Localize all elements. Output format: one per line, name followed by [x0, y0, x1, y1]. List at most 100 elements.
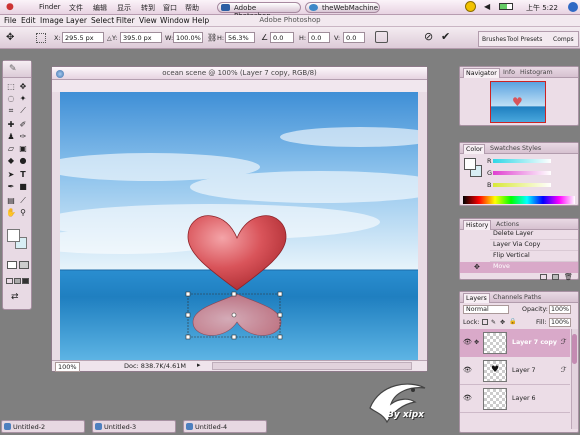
r-slider[interactable]	[493, 159, 551, 163]
ps-menu-help[interactable]: Help	[192, 16, 209, 25]
ps-menu-select[interactable]: Select	[91, 16, 114, 25]
minimized-window[interactable]: Untitled-4	[183, 420, 267, 433]
move-tool-icon[interactable]: ✥	[18, 82, 28, 92]
battery-icon[interactable]	[499, 3, 513, 10]
marquee-tool-icon[interactable]: ⬚	[6, 82, 16, 92]
layer-row-selected[interactable]: 👁 ✥ Layer 7 copy ℱ	[460, 329, 570, 357]
lasso-tool-icon[interactable]: ◌	[6, 94, 16, 104]
ps-menu-filter[interactable]: Filter	[116, 16, 135, 25]
history-item-selected[interactable]: ✥ Move	[460, 262, 578, 273]
history-snapshot-icon[interactable]	[552, 274, 559, 280]
clone-stamp-icon[interactable]: ♟	[6, 132, 16, 142]
screen-mode-full-icon[interactable]	[22, 278, 29, 284]
magic-wand-icon[interactable]: ✦	[18, 94, 28, 104]
type-tool-icon[interactable]: T	[18, 170, 28, 180]
tab-actions[interactable]: Actions	[494, 220, 521, 229]
eye-icon[interactable]: 👁	[463, 394, 472, 402]
zoom-level[interactable]: 100%	[55, 362, 80, 372]
close-icon[interactable]	[56, 70, 64, 78]
horizontal-scrollbar[interactable]	[212, 362, 412, 370]
hskew-field[interactable]: 0.0	[308, 32, 330, 43]
layer-row[interactable]: 👁 Layer 6	[460, 385, 570, 413]
crop-tool-icon[interactable]: ⌗	[6, 106, 16, 116]
apple-icon[interactable]: ●	[6, 2, 14, 12]
history-item[interactable]: Delete Layer	[490, 229, 578, 240]
cancel-transform-icon[interactable]: ⊘	[424, 30, 433, 43]
vskew-field[interactable]: 0.0	[343, 32, 365, 43]
g-slider[interactable]	[493, 171, 551, 175]
link-icon[interactable]: ⛓	[207, 33, 217, 42]
menu-finder[interactable]: Finder	[39, 3, 61, 11]
minimized-window[interactable]: Untitled-2	[1, 420, 85, 433]
lock-all-icon[interactable]: 🔒	[509, 318, 516, 325]
history-new-document-icon[interactable]	[540, 274, 547, 280]
move-tool-icon[interactable]: ✥	[6, 32, 14, 43]
running-app-photoshop[interactable]: Adobe Photoshop	[217, 2, 301, 20]
navigator-thumbnail[interactable]: ♥	[490, 81, 546, 123]
fill-field[interactable]: 100%	[549, 318, 571, 327]
b-slider[interactable]	[493, 183, 551, 187]
document-titlebar[interactable]: ocean scene @ 100% (Layer 7 copy, RGB/8)	[52, 67, 427, 80]
palette-well-comps[interactable]: Comps	[553, 36, 574, 43]
history-item[interactable]: Layer Via Copy	[490, 240, 578, 251]
opacity-field[interactable]: 100%	[549, 305, 571, 314]
tab-layers[interactable]: Layers	[463, 293, 490, 303]
status-menu-arrow-icon[interactable]: ▸	[197, 361, 201, 369]
tab-paths[interactable]: Paths	[522, 293, 543, 302]
screen-mode-menubar-icon[interactable]	[14, 278, 21, 284]
standard-mode-icon[interactable]	[7, 261, 17, 269]
dodge-tool-icon[interactable]: ●	[18, 156, 28, 166]
shape-tool-icon[interactable]: ■	[18, 182, 28, 192]
quick-mask-icon[interactable]	[19, 261, 29, 269]
clock[interactable]: 上午 5:22	[526, 3, 558, 13]
h-field[interactable]: 56.3%	[225, 32, 255, 43]
menu-file-cn[interactable]: 文件	[69, 3, 83, 13]
minimized-window[interactable]: Untitled-3	[92, 420, 176, 433]
menu-go-cn[interactable]: 转到	[141, 3, 155, 13]
layer-row[interactable]: 👁 ♥ Layer 7 ℱ	[460, 357, 570, 385]
tab-styles[interactable]: Styles	[520, 144, 543, 153]
commit-transform-icon[interactable]: ✔	[441, 30, 450, 43]
ps-menu-view[interactable]: View	[139, 16, 157, 25]
color-spectrum-ramp[interactable]	[463, 196, 575, 204]
radiation-icon[interactable]	[465, 1, 476, 12]
warp-icon[interactable]	[375, 31, 388, 43]
history-item[interactable]: Flip Vertical	[490, 251, 578, 262]
running-app-webmachine[interactable]: theWebMachine	[305, 2, 380, 13]
slice-tool-icon[interactable]: ⟋	[18, 106, 28, 116]
reference-point-icon[interactable]	[36, 33, 46, 43]
layers-scroll-thumb[interactable]	[572, 334, 577, 364]
eyedropper-icon[interactable]: ⟋	[18, 196, 28, 206]
tab-channels[interactable]: Channels	[491, 293, 524, 302]
eye-icon[interactable]: 👁	[463, 338, 472, 346]
layer-effects-icon[interactable]: ℱ	[561, 338, 567, 346]
angle-field[interactable]: 0.0	[270, 32, 294, 43]
menu-view-cn[interactable]: 显示	[117, 3, 131, 13]
ps-menu-layer[interactable]: Layer	[66, 16, 87, 25]
menu-edit-cn[interactable]: 编辑	[93, 3, 107, 13]
zoom-tool-icon[interactable]: ⚲	[18, 208, 28, 218]
y-field[interactable]: 395.0 px	[120, 32, 162, 43]
tab-swatches[interactable]: Swatches	[488, 144, 522, 153]
ps-menu-image[interactable]: Image	[40, 16, 64, 25]
brush-tool-icon[interactable]: ✐	[18, 120, 28, 130]
image-canvas[interactable]	[60, 92, 418, 360]
notes-tool-icon[interactable]: ▤	[6, 196, 16, 206]
tab-info[interactable]: Info	[501, 68, 517, 77]
palette-well-brushes[interactable]: Brushes	[482, 36, 506, 43]
blend-mode-select[interactable]: Normal	[463, 305, 509, 314]
lock-position-icon[interactable]: ✥	[500, 319, 505, 326]
speaker-icon[interactable]: ◀	[484, 2, 490, 11]
eraser-tool-icon[interactable]: ▱	[6, 144, 16, 154]
tab-history[interactable]: History	[463, 220, 492, 230]
path-selection-icon[interactable]: ➤	[6, 170, 16, 180]
history-brush-icon[interactable]: ✑	[18, 132, 28, 142]
history-trash-icon[interactable]: 🗑	[564, 273, 573, 281]
tab-color[interactable]: Color	[463, 144, 486, 154]
tab-histogram[interactable]: Histogram	[518, 68, 555, 77]
doc-size[interactable]: Doc: 838.7K/4.61M	[124, 362, 186, 370]
layer-effects-icon[interactable]: ℱ	[561, 366, 567, 374]
blur-tool-icon[interactable]: ◆	[6, 156, 16, 166]
pen-tool-icon[interactable]: ✒	[6, 182, 16, 192]
foreground-color-swatch[interactable]	[7, 229, 20, 242]
